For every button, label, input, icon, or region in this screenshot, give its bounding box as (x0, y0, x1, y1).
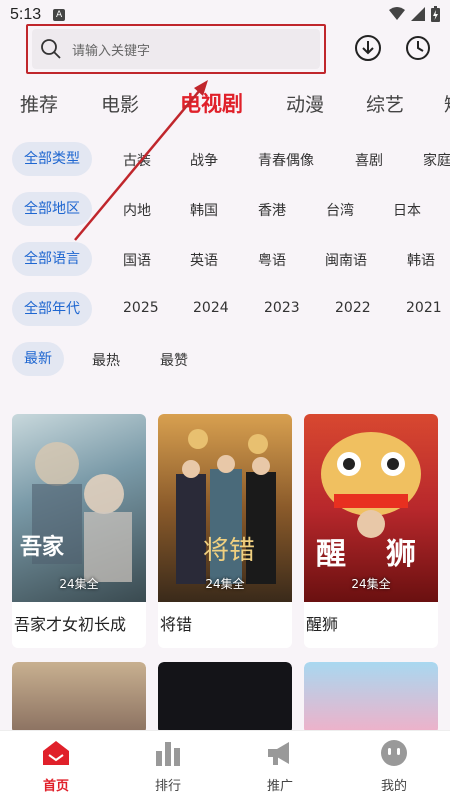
battery-icon (431, 6, 440, 22)
show-card[interactable] (304, 662, 438, 734)
home-icon (43, 741, 69, 765)
face-icon (381, 740, 407, 766)
filter-option[interactable]: 闽南语 (325, 250, 367, 270)
nav-promote[interactable]: 推广 (240, 739, 320, 794)
nav-label: 推广 (266, 779, 293, 794)
filter-chip-all-years[interactable]: 全部年代 (12, 292, 92, 326)
nav-label: 排行 (154, 779, 181, 794)
show-poster[interactable]: 将错 24集全 (158, 414, 292, 602)
svg-text:狮: 狮 (386, 537, 416, 572)
nav-label: 我的 (380, 779, 407, 794)
filter-option[interactable]: 粤语 (258, 250, 286, 270)
notification-badge: A (53, 9, 66, 21)
episode-badge: 24集全 (59, 577, 99, 591)
filter-option[interactable]: 香港 (258, 200, 286, 220)
sort-chip-latest[interactable]: 最新 (12, 342, 64, 376)
filter-chip-all-types[interactable]: 全部类型 (12, 142, 92, 176)
bar-chart-icon (156, 742, 180, 766)
svg-text:醒: 醒 (316, 537, 346, 572)
show-card[interactable]: 吾家 24集全 吾家才女初长成 (12, 414, 146, 648)
show-card[interactable]: 醒 狮 24集全 醒狮 (304, 414, 438, 648)
show-title: 醒狮 (306, 615, 339, 634)
search-icon (41, 39, 61, 59)
show-poster[interactable] (304, 662, 438, 734)
sort-option[interactable]: 最赞 (160, 350, 188, 370)
filter-option[interactable]: 2023 (264, 300, 300, 316)
show-poster[interactable]: 醒 狮 24集全 (304, 414, 438, 602)
poster-art: 醒 狮 (316, 432, 421, 572)
filter-option[interactable]: 战争 (190, 150, 218, 170)
tab-anime[interactable]: 动漫 (286, 90, 324, 117)
filter-option[interactable]: 2025 (123, 300, 159, 316)
poster-art: 吾家 (20, 442, 132, 582)
filter-row-type: 全部类型 古装 战争 青春偶像 喜剧 家庭 (0, 139, 450, 179)
filter-option[interactable]: 台湾 (326, 200, 354, 220)
svg-text:吾家: 吾家 (20, 534, 65, 560)
filter-chip-all-regions[interactable]: 全部地区 (12, 192, 92, 226)
show-poster[interactable] (12, 662, 146, 734)
search-highlight-box: 请输入关键字 (26, 24, 326, 74)
tab-variety[interactable]: 综艺 (366, 90, 404, 117)
megaphone-icon (268, 742, 289, 765)
search-input[interactable]: 请输入关键字 (32, 29, 320, 69)
filter-option[interactable]: 韩国 (190, 200, 218, 220)
nav-profile[interactable]: 我的 (354, 739, 434, 794)
filter-option[interactable]: 2021 (406, 300, 442, 316)
filter-option[interactable]: 家庭 (423, 150, 450, 170)
filter-option[interactable]: 韩语 (407, 250, 435, 270)
nav-home[interactable]: 首页 (16, 739, 96, 794)
show-card[interactable] (12, 662, 146, 734)
show-title: 吾家才女初长成 (14, 615, 127, 634)
tab-short[interactable]: 短 (444, 90, 450, 117)
poster-art: 将错 (176, 429, 276, 584)
tab-tv-series[interactable]: 电视剧 (180, 88, 243, 118)
nav-ranking[interactable]: 排行 (128, 739, 208, 794)
filter-row-sort: 最新 最热 最赞 (0, 339, 450, 379)
filter-option[interactable]: 喜剧 (355, 150, 383, 170)
history-clock-icon[interactable] (403, 33, 433, 63)
filter-row-year: 全部年代 2025 2024 2023 2022 2021 (0, 289, 450, 329)
nav-label: 首页 (42, 779, 69, 794)
filter-chip-all-languages[interactable]: 全部语言 (12, 242, 92, 276)
download-icon[interactable] (353, 33, 383, 63)
show-card[interactable]: 将错 24集全 将错 (158, 414, 292, 648)
filter-option[interactable]: 2024 (193, 300, 229, 316)
filter-option[interactable]: 内地 (123, 200, 151, 220)
tab-movie[interactable]: 电影 (101, 90, 139, 117)
filter-option[interactable]: 古装 (123, 150, 151, 170)
bottom-navigation: 首页 排行 推广 我的 (0, 730, 450, 800)
episode-badge: 24集全 (205, 577, 245, 591)
show-title: 将错 (160, 615, 193, 634)
episode-badge: 24集全 (351, 577, 391, 591)
sort-option[interactable]: 最热 (92, 350, 120, 370)
filter-option[interactable]: 2022 (335, 300, 371, 316)
show-poster[interactable] (158, 662, 292, 734)
search-placeholder: 请输入关键字 (72, 43, 151, 59)
filter-option[interactable]: 英语 (190, 250, 218, 270)
show-card[interactable] (158, 662, 292, 734)
wifi-icon (389, 7, 405, 20)
tab-recommend[interactable]: 推荐 (20, 90, 58, 117)
show-poster[interactable]: 吾家 24集全 (12, 414, 146, 602)
status-icons (389, 6, 440, 22)
category-tabs: 推荐 电影 电视剧 动漫 综艺 短 (0, 82, 450, 124)
status-time: 5:13 (10, 6, 42, 23)
filter-row-language: 全部语言 国语 英语 粤语 闽南语 韩语 (0, 239, 450, 279)
filter-option[interactable]: 青春偶像 (258, 150, 314, 170)
filter-row-region: 全部地区 内地 韩国 香港 台湾 日本 (0, 189, 450, 229)
filter-option[interactable]: 国语 (123, 250, 151, 270)
signal-icon (411, 7, 425, 21)
filter-option[interactable]: 日本 (393, 200, 421, 220)
svg-text:将错: 将错 (203, 536, 255, 566)
